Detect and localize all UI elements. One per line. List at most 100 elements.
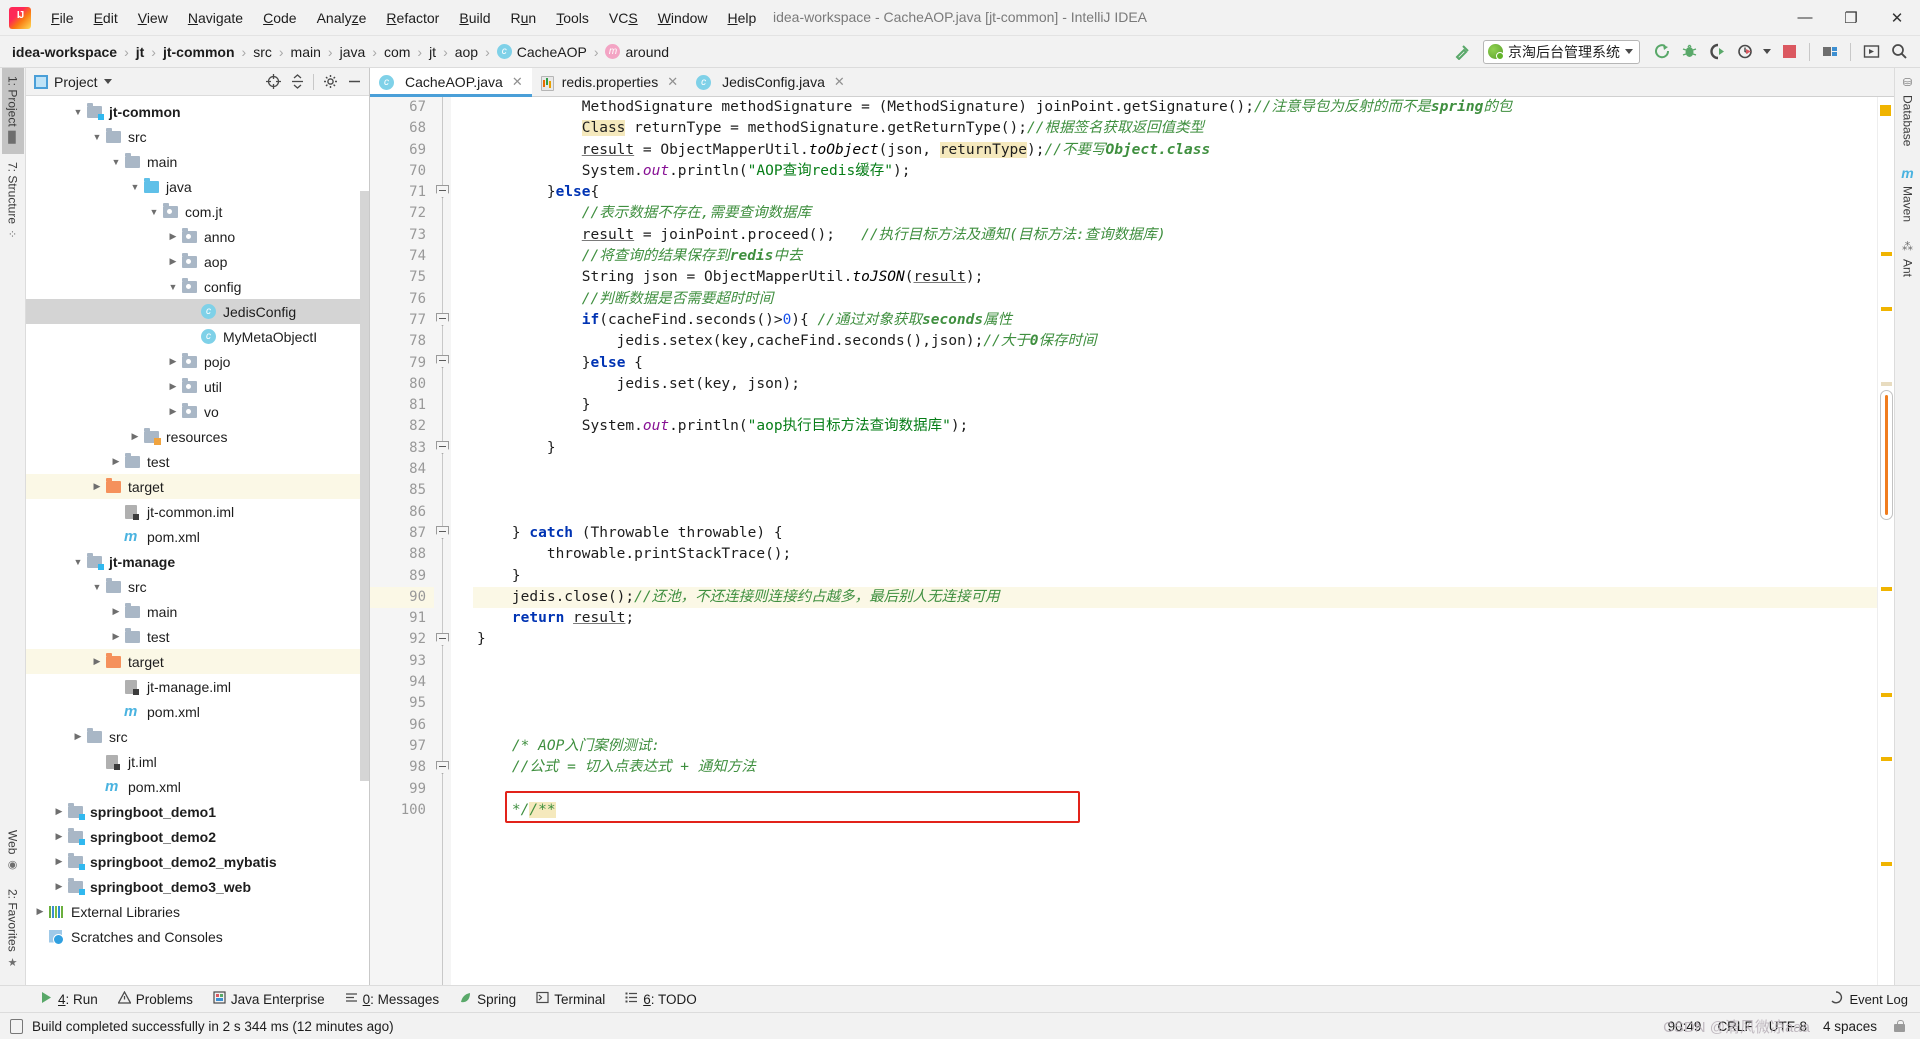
tool-window-6-todo[interactable]: 6: TODO	[615, 989, 707, 1009]
tree-node-jt-iml[interactable]: jt.iml	[26, 749, 369, 774]
chevron-right-icon[interactable]: ▶	[51, 856, 67, 867]
line-number[interactable]: 73	[370, 225, 434, 246]
code-line[interactable]: if(cacheFind.seconds()>0){ //通过对象获取secon…	[473, 310, 1877, 331]
collapse-all-icon[interactable]	[286, 71, 308, 93]
code-line[interactable]: MethodSignature methodSignature = (Metho…	[473, 97, 1877, 118]
breadcrumb-item-cacheaop[interactable]: c CacheAOP	[493, 43, 591, 61]
code-line[interactable]: //公式 = 切入点表达式 + 通知方法	[473, 757, 1877, 778]
chevron-right-icon[interactable]: ▶	[51, 831, 67, 842]
line-number[interactable]: 78	[370, 331, 434, 352]
tree-node-pom-xml[interactable]: m pom.xml	[26, 699, 369, 724]
line-number[interactable]: 100	[370, 800, 434, 821]
chevron-right-icon[interactable]: ▶	[165, 256, 181, 267]
menu-analyze[interactable]: Analyze	[307, 7, 377, 29]
code-line[interactable]: }	[473, 395, 1877, 416]
code-line[interactable]: //表示数据不存在,需要查询数据库	[473, 203, 1877, 224]
profile-icon[interactable]	[1732, 40, 1758, 64]
chevron-down-icon[interactable]: ▼	[70, 557, 86, 567]
hide-panel-icon[interactable]	[343, 71, 365, 93]
menu-edit[interactable]: Edit	[84, 7, 128, 29]
tool-window-java-enterprise[interactable]: Java Enterprise	[203, 989, 335, 1009]
code-line[interactable]: jedis.setex(key,cacheFind.seconds(),json…	[473, 331, 1877, 352]
line-number[interactable]: 67	[370, 97, 434, 118]
menu-code[interactable]: Code	[253, 7, 306, 29]
fold-marker[interactable]	[436, 633, 449, 646]
search-everywhere-icon[interactable]	[1886, 40, 1912, 64]
code-line[interactable]: }	[473, 629, 1877, 650]
chevron-right-icon[interactable]: ▶	[51, 806, 67, 817]
tool-window-terminal[interactable]: Terminal	[526, 989, 615, 1009]
tree-node-pom-xml[interactable]: m pom.xml	[26, 524, 369, 549]
menu-tools[interactable]: Tools	[546, 7, 599, 29]
tree-node-resources[interactable]: ▶ resources	[26, 424, 369, 449]
gear-icon[interactable]	[319, 71, 341, 93]
line-number[interactable]: 71	[370, 182, 434, 203]
menu-help[interactable]: Help	[718, 7, 767, 29]
code-line[interactable]	[473, 715, 1877, 736]
tool-window-0-messages[interactable]: 0: Messages	[335, 989, 450, 1009]
chevron-down-icon[interactable]: ▼	[127, 182, 143, 192]
code-line[interactable]: jedis.set(key, json);	[473, 374, 1877, 395]
line-number[interactable]: 79	[370, 353, 434, 374]
line-number[interactable]: 98	[370, 757, 434, 778]
tree-node-scratches-and-consoles[interactable]: Scratches and Consoles	[26, 924, 369, 949]
tree-node-aop[interactable]: ▶ aop	[26, 249, 369, 274]
chevron-right-icon[interactable]: ▶	[127, 431, 143, 442]
close-icon[interactable]: ✕	[667, 74, 678, 90]
breadcrumb-item-around[interactable]: m around	[601, 43, 673, 61]
tree-node-test[interactable]: ▶ test	[26, 624, 369, 649]
code-line[interactable]: //将查询的结果保存到redis中去	[473, 246, 1877, 267]
line-number[interactable]: 86	[370, 502, 434, 523]
project-structure-icon[interactable]	[1817, 40, 1843, 64]
line-number[interactable]: 99	[370, 779, 434, 800]
code-line[interactable]	[473, 672, 1877, 693]
debug-icon[interactable]	[1676, 40, 1702, 64]
tool-window-4-run[interactable]: 4: Run	[30, 989, 108, 1009]
code-line[interactable]: System.out.println("AOP查询redis缓存");	[473, 161, 1877, 182]
code-line[interactable]: Class returnType = methodSignature.getRe…	[473, 118, 1877, 139]
line-number[interactable]: 93	[370, 651, 434, 672]
line-number[interactable]: 85	[370, 480, 434, 501]
line-number[interactable]: 83	[370, 438, 434, 459]
code-line[interactable]: result = ObjectMapperUtil.toObject(json,…	[473, 140, 1877, 161]
line-number[interactable]: 76	[370, 289, 434, 310]
sidebar-item-web[interactable]: Web ◉	[2, 822, 24, 881]
breadcrumb-item-idea-workspace[interactable]: idea-workspace	[8, 43, 121, 61]
chevron-right-icon[interactable]: ▶	[89, 481, 105, 492]
tree-node-test[interactable]: ▶ test	[26, 449, 369, 474]
line-number[interactable]: 91	[370, 608, 434, 629]
line-number[interactable]: 72	[370, 203, 434, 224]
tab-redis-properties[interactable]: redis.properties ✕	[532, 68, 687, 96]
menu-window[interactable]: Window	[648, 7, 718, 29]
menu-build[interactable]: Build	[449, 7, 500, 29]
fold-marker[interactable]	[436, 761, 449, 774]
editor-scrollbar-thumb[interactable]	[1880, 390, 1893, 520]
close-button[interactable]: ✕	[1874, 0, 1920, 36]
code-line[interactable]: //判断数据是否需要超时时间	[473, 289, 1877, 310]
tree-node-main[interactable]: ▼ main	[26, 149, 369, 174]
tree-node-target[interactable]: ▶ target	[26, 649, 369, 674]
caret-position[interactable]: 90:49	[1668, 1019, 1702, 1034]
line-number[interactable]: 90	[370, 586, 434, 609]
tree-node-target[interactable]: ▶ target	[26, 474, 369, 499]
run-icon[interactable]	[1648, 40, 1674, 64]
code-line[interactable]: jedis.close();//还池，不还连接则连接约占越多，最后别人无连接可用	[473, 586, 1877, 609]
code-line[interactable]	[473, 779, 1877, 800]
code-line[interactable]: String json = ObjectMapperUtil.toJSON(re…	[473, 267, 1877, 288]
tree-node-src[interactable]: ▼ src	[26, 574, 369, 599]
line-number[interactable]: 69	[370, 140, 434, 161]
line-number[interactable]: 96	[370, 715, 434, 736]
update-icon[interactable]	[1858, 40, 1884, 64]
chevron-down-icon[interactable]: ▼	[146, 207, 162, 217]
code-line[interactable]: }	[473, 566, 1877, 587]
chevron-down-icon[interactable]: ▼	[89, 132, 105, 142]
tree-node-jedisconfig[interactable]: c JedisConfig	[26, 299, 369, 324]
sidebar-item-favorites[interactable]: 2: Favorites ★	[2, 881, 24, 979]
code-text[interactable]: MethodSignature methodSignature = (Metho…	[473, 97, 1877, 985]
tree-node-util[interactable]: ▶ util	[26, 374, 369, 399]
menu-run[interactable]: Run	[501, 7, 547, 29]
tree-node-jt-manage-iml[interactable]: jt-manage.iml	[26, 674, 369, 699]
line-number[interactable]: 88	[370, 544, 434, 565]
fold-marker[interactable]	[436, 185, 449, 198]
tree-node-com-jt[interactable]: ▼ com.jt	[26, 199, 369, 224]
